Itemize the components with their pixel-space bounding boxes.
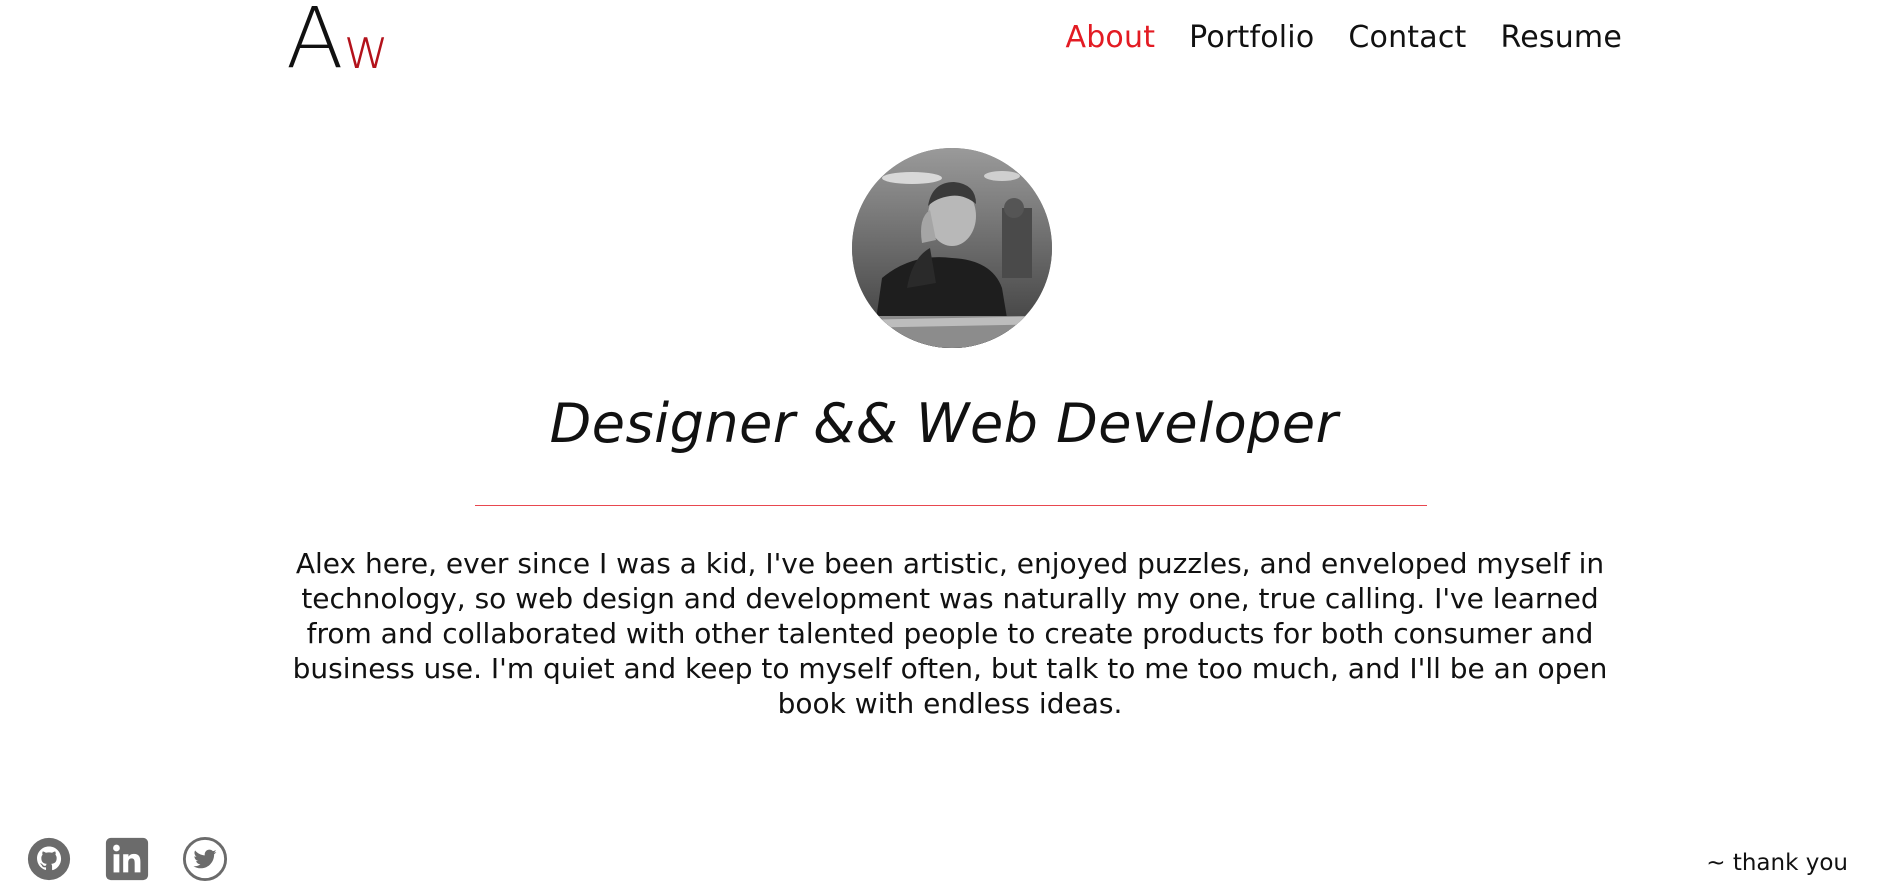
- github-icon[interactable]: [26, 836, 72, 882]
- bio-paragraph: Alex here, ever since I was a kid, I've …: [292, 547, 1608, 720]
- nav-item-contact[interactable]: Contact: [1348, 20, 1466, 55]
- main-nav: About Portfolio Contact Resume: [1065, 20, 1622, 55]
- nav-item-portfolio[interactable]: Portfolio: [1189, 20, 1314, 55]
- footer-signoff: ~ thank you: [1706, 850, 1848, 876]
- profile-photo: [852, 148, 1052, 348]
- twitter-icon[interactable]: [182, 836, 228, 882]
- page-headline: Designer && Web Developer: [549, 392, 1339, 455]
- nav-item-about[interactable]: About: [1065, 20, 1155, 55]
- linkedin-icon[interactable]: [104, 836, 150, 882]
- social-links: [26, 836, 228, 882]
- profile-photo-image: [852, 148, 1052, 348]
- logo-letter-a: A: [286, 0, 343, 87]
- logo-letter-w: w: [343, 17, 390, 82]
- section-divider: [475, 505, 1427, 506]
- nav-item-resume[interactable]: Resume: [1501, 20, 1622, 55]
- site-logo[interactable]: A w: [286, 0, 389, 80]
